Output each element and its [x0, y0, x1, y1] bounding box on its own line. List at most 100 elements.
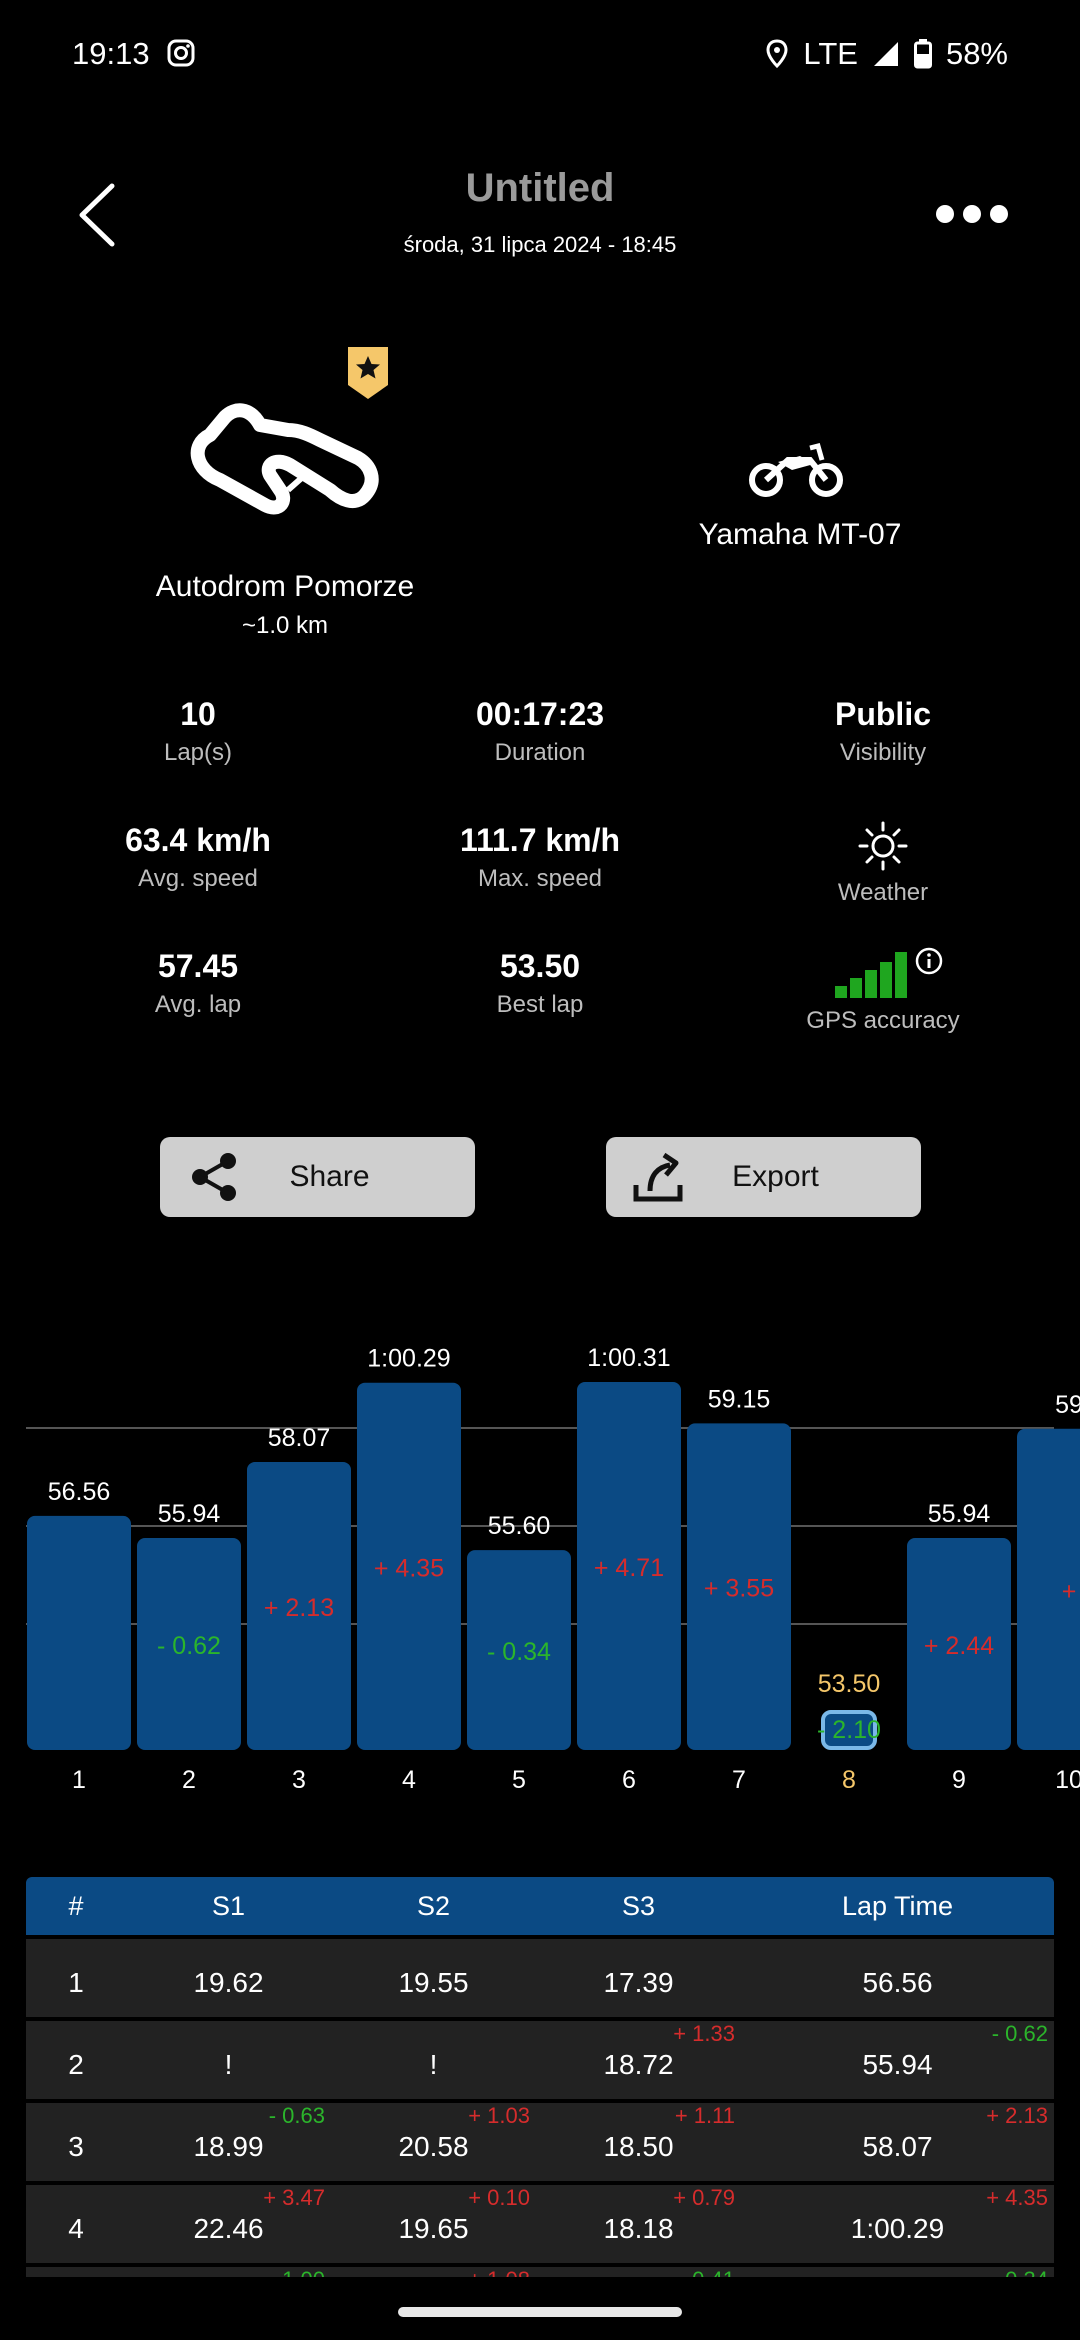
table-cell: 1: [26, 1939, 126, 2017]
cell-delta: + 1.08: [468, 2267, 530, 2277]
visibility-stat[interactable]: Public Visibility: [713, 696, 1053, 767]
bar-value-label: 55.60: [488, 1512, 551, 1540]
table-row[interactable]: 4 22.46 + 3.47 19.65 + 0.10 18.18 + 0.79 1:00.2…: [26, 2181, 1054, 2263]
share-button[interactable]: Share: [160, 1137, 475, 1217]
table-cell: 3: [26, 2103, 126, 2181]
table-row[interactable]: - 1.00 + 1.08 - 0.41 - 0.34: [26, 2263, 1054, 2277]
cell-delta: + 1.11: [674, 2103, 735, 2128]
more-dot-icon: [936, 205, 954, 223]
avg-speed-label: Avg. speed: [138, 865, 258, 892]
motorcycle-icon[interactable]: [748, 438, 844, 498]
col-header-s3: S3: [621, 1890, 656, 1921]
bar-value-label: 59: [1055, 1391, 1080, 1419]
status-bar: 19:13 LTE 58%: [0, 0, 1080, 110]
col-header-s2: S2: [416, 1890, 451, 1921]
bar-category-label: 7: [732, 1766, 746, 1794]
table-cell: + 1.08: [331, 2267, 536, 2277]
more-options-button[interactable]: [936, 205, 1008, 223]
cell-delta: + 1.33: [673, 2021, 735, 2046]
cell-delta: + 4.35: [986, 2185, 1048, 2210]
cell-delta: + 2.13: [986, 2103, 1048, 2128]
cell-value: 55.94: [862, 2049, 933, 2080]
cell-value: 4: [68, 2213, 84, 2244]
battery-icon: [913, 39, 932, 69]
cell-value: 18.50: [603, 2131, 674, 2162]
bar-delta-label: - 0.34: [487, 1638, 551, 1666]
cell-value: !: [224, 2049, 233, 2080]
chart-bar: [27, 1515, 131, 1750]
cell-value: 18.18: [603, 2213, 674, 2244]
table-cell: 1:00.29 + 4.35: [741, 2185, 1054, 2263]
table-cell: 18.50 + 1.11: [536, 2103, 741, 2181]
bar-category-label: 2: [182, 1766, 196, 1794]
cell-value: 19.65: [398, 2213, 469, 2244]
avg-lap-stat: 57.45 Avg. lap: [28, 948, 368, 1019]
cell-delta: + 0.79: [673, 2185, 735, 2210]
bar-delta-label: - 0.62: [157, 1632, 221, 1660]
weather-stat[interactable]: Weather: [713, 820, 1053, 907]
bar-delta-label: - 2.10: [817, 1716, 881, 1744]
bar-delta-label: + 2.13: [264, 1594, 334, 1622]
cell-value: 20.58: [398, 2131, 469, 2162]
cell-value: 18.99: [193, 2131, 264, 2162]
track-layout-icon[interactable]: [180, 395, 390, 525]
page-title: Untitled: [465, 166, 615, 210]
export-icon: [633, 1152, 683, 1202]
bar-delta-label: + 4.71: [594, 1554, 664, 1582]
session-date: środa, 31 lipca 2024 - 18:45: [403, 232, 677, 257]
cell-value: 22.46: [193, 2213, 264, 2244]
table-cell: !: [331, 2021, 536, 2099]
share-label: Share: [289, 1160, 370, 1193]
status-right: LTE 58%: [765, 36, 1008, 72]
export-button[interactable]: Export: [606, 1137, 921, 1217]
laps-value: 10: [180, 696, 216, 732]
lap-times-chart[interactable]: 56.56 1 55.94 - 0.62 2 58.07 + 2.13 3 1:00.29 + 4…: [0, 1310, 1080, 1800]
bar-delta-label: + 4.35: [374, 1554, 444, 1582]
network-label: LTE: [803, 36, 858, 71]
table-cell: 56.56: [741, 1939, 1054, 2017]
bar-value-label: 56.56: [48, 1478, 111, 1506]
home-indicator[interactable]: [398, 2307, 682, 2317]
col-header-s1: S1: [211, 1890, 246, 1921]
table-cell: - 0.34: [741, 2267, 1054, 2277]
favorite-badge-icon: [348, 347, 388, 399]
table-cell: - 1.00: [126, 2267, 331, 2277]
table-cell: 18.72 + 1.33: [536, 2021, 741, 2099]
table-row[interactable]: 3 18.99- 0.63 20.58 + 1.03 18.50 + 1.11 58.07 +…: [26, 2099, 1054, 2181]
table-cell: 55.94 - 0.62: [741, 2021, 1054, 2099]
cell-delta: - 0.62: [991, 2021, 1048, 2046]
cell-delta: + 1.03: [468, 2103, 530, 2128]
duration-label: Duration: [494, 739, 586, 766]
bar-value-label: 58.07: [268, 1424, 331, 1452]
track-name[interactable]: Autodrom Pomorze: [100, 570, 470, 604]
cell-value: 1:00.29: [850, 2213, 945, 2244]
bar-category-label: 3: [292, 1766, 306, 1794]
cell-delta: - 0.34: [992, 2267, 1048, 2277]
cell-delta: - 1.00: [269, 2267, 325, 2277]
max-speed-value: 111.7 km/h: [459, 822, 621, 858]
table-cell: 19.62: [126, 1939, 331, 2017]
visibility-value: Public: [834, 696, 931, 732]
best-lap-label: Best lap: [496, 991, 584, 1018]
bar-category-label: 1: [72, 1766, 86, 1794]
gps-accuracy-stat[interactable]: GPS accuracy: [713, 944, 1053, 1035]
table-row[interactable]: 1 19.62 19.55 17.39 56.56: [26, 1935, 1054, 2017]
more-dot-icon: [990, 205, 1008, 223]
duration-stat: 00:17:23 Duration: [370, 696, 710, 767]
lap-table[interactable]: # S1 S2 S3 Lap Time 1 19.62 19.55 17.39 56.5…: [26, 1877, 1054, 2277]
bar-category-label: 9: [952, 1766, 966, 1794]
bar-value-label: 1:00.29: [367, 1345, 450, 1373]
bar-category-label: 6: [622, 1766, 636, 1794]
table-cell: 17.39: [536, 1939, 741, 2017]
table-cell: 4: [26, 2185, 126, 2263]
signal-icon: [873, 42, 898, 66]
table-row[interactable]: 2!! 18.72 + 1.33 55.94 - 0.62: [26, 2017, 1054, 2099]
col-header-number: #: [68, 1890, 84, 1921]
table-cell: 22.46 + 3.47: [126, 2185, 331, 2263]
cell-delta: - 0.41: [679, 2267, 735, 2277]
bike-name[interactable]: Yamaha MT-07: [640, 518, 960, 552]
bar-value-label: 53.50: [818, 1670, 881, 1698]
cell-delta: + 0.10: [468, 2185, 530, 2210]
lap-table-header: # S1 S2 S3 Lap Time: [26, 1877, 1054, 1935]
gps-accuracy-label: GPS accuracy: [806, 1007, 960, 1034]
